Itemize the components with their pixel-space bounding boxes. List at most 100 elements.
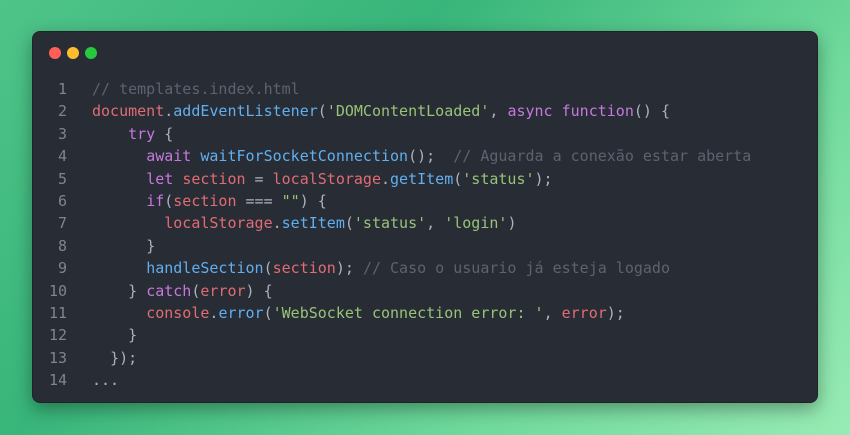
code-token-plain: () { — [633, 102, 670, 121]
code-token-variable: console — [146, 303, 210, 322]
code-token-plain: ( — [344, 214, 354, 233]
code-text: handleSection(section); // Caso o usuari… — [67, 257, 670, 279]
code-text: }); — [67, 347, 137, 369]
line-number: 1 — [57, 80, 67, 98]
code-token-plain: , — [426, 214, 445, 233]
code-token-plain: } — [146, 236, 156, 255]
code-line: 5 let section = localStorage.getItem('st… — [33, 168, 817, 190]
code-text: } — [67, 235, 155, 257]
code-text: if(section === "") { — [67, 190, 327, 212]
minimize-button[interactable] — [67, 47, 79, 59]
code-token-variable: localStorage — [164, 214, 273, 233]
code-text: // templates.index.html — [67, 78, 300, 100]
line-number: 5 — [57, 169, 67, 188]
code-token-plain: { — [155, 124, 174, 143]
code-token-plain: ( — [263, 303, 273, 322]
code-token-comment: // Aguarda a conexão estar aberta — [453, 147, 752, 166]
code-text: let section = localStorage.getItem('stat… — [67, 168, 553, 190]
code-text: ... — [67, 369, 119, 391]
code-text: localStorage.setItem('status', 'login') — [67, 212, 516, 234]
code-token-variable: error — [200, 281, 246, 300]
line-number: 11 — [48, 303, 67, 322]
code-text: } — [67, 324, 137, 346]
code-token-keyword: await — [146, 147, 192, 166]
code-token-variable: section — [272, 259, 336, 278]
code-token-plain: = — [245, 169, 273, 188]
code-token-string: 'status' — [353, 214, 427, 233]
code-token-variable: document — [92, 102, 165, 121]
line-number: 9 — [57, 259, 67, 278]
line-number: 14 — [48, 371, 67, 390]
code-token-plain: ); — [335, 259, 363, 278]
code-token-keyword: catch — [146, 281, 192, 300]
code-token-plain: }); — [110, 348, 138, 367]
code-token-comment: // Caso o usuario já esteja logado — [362, 259, 670, 278]
close-button[interactable] — [49, 47, 61, 59]
code-token-function: handleSection — [146, 259, 264, 278]
window-controls — [49, 47, 97, 59]
code-token-function: setItem — [281, 214, 345, 233]
code-token-plain: ); — [606, 303, 625, 322]
code-text: console.error('WebSocket connection erro… — [67, 302, 625, 324]
code-token-plain: } — [128, 326, 138, 345]
code-token-keyword: try — [128, 124, 156, 143]
code-token-plain: } — [128, 281, 147, 300]
code-line: 6 if(section === "") { — [33, 190, 817, 212]
line-number: 8 — [57, 236, 67, 255]
code-line: 3 try { — [33, 123, 817, 145]
code-token-plain: (); — [408, 147, 454, 166]
code-token-plain: ( — [317, 102, 327, 121]
code-token-variable: error — [561, 303, 607, 322]
code-token-plain: ) { — [299, 191, 327, 210]
line-number: 13 — [48, 348, 67, 367]
line-number: 10 — [48, 281, 67, 300]
code-token-function: getItem — [390, 169, 454, 188]
code-text: document.addEventListener('DOMContentLoa… — [67, 100, 670, 122]
code-line: 1 // templates.index.html — [33, 78, 817, 100]
code-token-variable: localStorage — [272, 169, 381, 188]
code-block: 1// templates.index.html 2 document.addEve… — [33, 78, 817, 391]
code-line: 12 } — [33, 324, 817, 346]
code-token-keyword: async — [507, 102, 553, 121]
code-token-plain: . — [381, 169, 391, 188]
code-token-keyword: if — [146, 191, 165, 210]
code-token-keyword: let — [146, 169, 174, 188]
code-token-function: error — [218, 303, 264, 322]
code-token-plain: ); — [534, 169, 553, 188]
code-token-plain: . — [272, 214, 282, 233]
line-number: 4 — [57, 147, 67, 166]
code-line: 4 await waitForSocketConnection(); // Ag… — [33, 145, 817, 167]
code-token-plain: ( — [263, 259, 273, 278]
line-number: 12 — [48, 326, 67, 345]
code-token-string: 'DOMContentLoaded' — [326, 102, 490, 121]
maximize-button[interactable] — [85, 47, 97, 59]
code-token-function: addEventListener — [173, 102, 318, 121]
code-token-variable: section — [182, 169, 246, 188]
code-text: } catch(error) { — [67, 280, 273, 302]
line-number: 7 — [57, 214, 67, 233]
code-token-plain: ( — [453, 169, 463, 188]
code-token-string: 'WebSocket connection error: ' — [272, 303, 544, 322]
code-token-plain: , — [543, 303, 562, 322]
code-token-keyword: function — [561, 102, 634, 121]
code-token-plain: . — [164, 102, 174, 121]
code-line: 8 } — [33, 235, 817, 257]
line-number: 6 — [57, 191, 67, 210]
code-token-string: "" — [281, 191, 300, 210]
code-token-string: 'login' — [444, 214, 508, 233]
code-token-variable: section — [173, 191, 237, 210]
line-number: 3 — [57, 124, 67, 143]
code-text: try { — [67, 123, 173, 145]
code-line: 2 document.addEventListener('DOMContentLo… — [33, 100, 817, 122]
code-token-plain: ) { — [245, 281, 273, 300]
